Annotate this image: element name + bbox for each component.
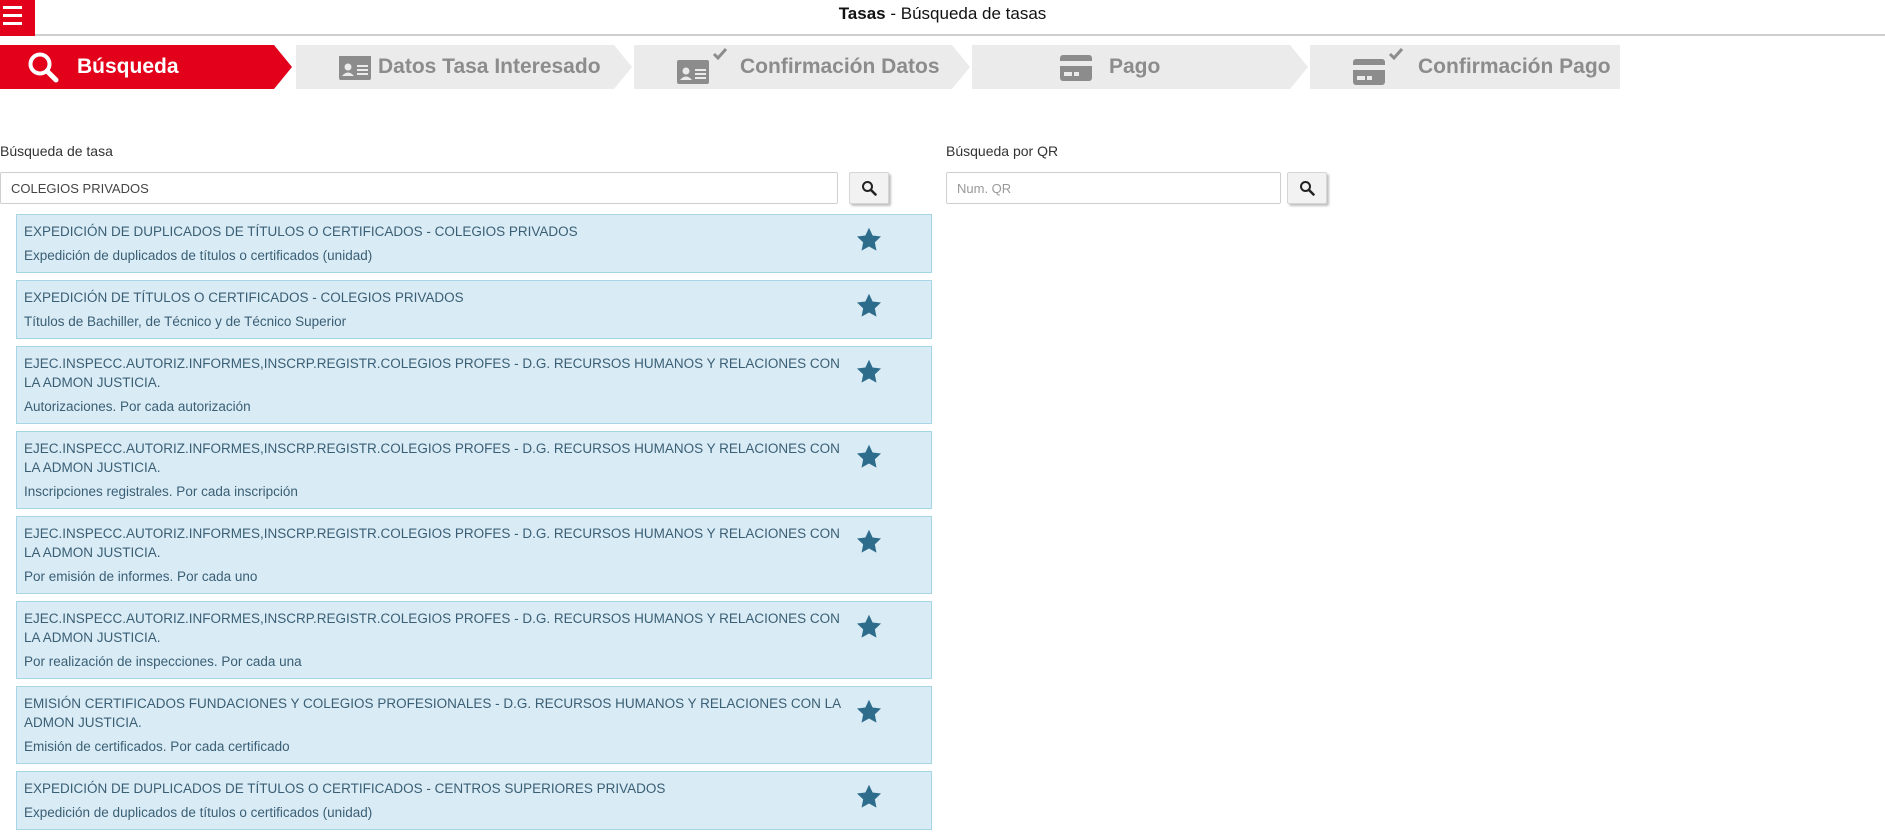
result-title: EXPEDICIÓN DE TÍTULOS O CERTIFICADOS - C… bbox=[24, 290, 464, 305]
step-label: Confirmación Datos bbox=[740, 55, 940, 78]
step-pago[interactable]: Pago bbox=[972, 45, 1290, 89]
step-label: Búsqueda bbox=[77, 55, 179, 78]
result-title: EMISIÓN CERTIFICADOS FUNDACIONES Y COLEG… bbox=[24, 696, 841, 730]
qr-input[interactable] bbox=[946, 172, 1281, 204]
step-label: Confirmación Pago bbox=[1418, 55, 1611, 78]
step-arrow bbox=[1290, 45, 1308, 89]
step-arrow bbox=[614, 45, 632, 89]
credit-card-icon bbox=[1060, 55, 1092, 81]
step-arrow bbox=[952, 45, 970, 89]
result-title: EJEC.INSPECC.AUTORIZ.INFORMES,INSCRP.REG… bbox=[24, 441, 840, 475]
step-label: Pago bbox=[1109, 55, 1161, 78]
search-label: Búsqueda de tasa bbox=[0, 143, 113, 159]
result-description: Títulos de Bachiller, de Técnico y de Té… bbox=[24, 314, 347, 329]
result-item[interactable]: EJEC.INSPECC.AUTORIZ.INFORMES,INSCRP.REG… bbox=[16, 431, 932, 509]
result-description: Por emisión de informes. Por cada uno bbox=[24, 569, 258, 584]
step-arrow bbox=[274, 45, 292, 89]
credit-card-check-icon bbox=[1353, 48, 1404, 85]
qr-search-button[interactable] bbox=[1287, 172, 1327, 204]
result-description: Inscripciones registrales. Por cada insc… bbox=[24, 484, 298, 499]
result-item[interactable]: EXPEDICIÓN DE DUPLICADOS DE TÍTULOS O CE… bbox=[16, 771, 932, 830]
result-description: Autorizaciones. Por cada autorización bbox=[24, 399, 251, 414]
page-title-bold: Tasas bbox=[838, 4, 886, 23]
result-title: EJEC.INSPECC.AUTORIZ.INFORMES,INSCRP.REG… bbox=[24, 611, 840, 645]
result-description: Por realización de inspecciones. Por cad… bbox=[24, 654, 302, 669]
favorite-star-icon[interactable] bbox=[855, 358, 883, 386]
result-item[interactable]: EXPEDICIÓN DE TÍTULOS O CERTIFICADOS - C… bbox=[16, 280, 932, 339]
page-title: Tasas - Búsqueda de tasas bbox=[0, 4, 1885, 24]
step-confirmacion-datos[interactable]: Confirmación Datos bbox=[634, 45, 952, 89]
result-title: EXPEDICIÓN DE DUPLICADOS DE TÍTULOS O CE… bbox=[24, 224, 578, 239]
favorite-star-icon[interactable] bbox=[855, 528, 883, 556]
results-list: EXPEDICIÓN DE DUPLICADOS DE TÍTULOS O CE… bbox=[16, 214, 932, 837]
step-datos-tasa-interesado[interactable]: Datos Tasa Interesado bbox=[296, 45, 614, 89]
search-button[interactable] bbox=[849, 172, 889, 204]
qr-label: Búsqueda por QR bbox=[946, 143, 1059, 159]
favorite-star-icon[interactable] bbox=[855, 292, 883, 320]
search-icon bbox=[28, 52, 59, 83]
result-item[interactable]: EJEC.INSPECC.AUTORIZ.INFORMES,INSCRP.REG… bbox=[16, 516, 932, 594]
step-label: Datos Tasa Interesado bbox=[378, 55, 601, 78]
wizard-steps: Búsqueda Datos Tasa Interesado Confirmac… bbox=[0, 45, 1620, 89]
search-icon bbox=[862, 181, 877, 196]
result-title: EXPEDICIÓN DE DUPLICADOS DE TÍTULOS O CE… bbox=[24, 781, 666, 796]
id-card-check-icon bbox=[677, 48, 728, 84]
favorite-star-icon[interactable] bbox=[855, 783, 883, 811]
step-busqueda[interactable]: Búsqueda bbox=[0, 45, 274, 89]
result-description: Emisión de certificados. Por cada certif… bbox=[24, 739, 290, 754]
result-item[interactable]: EJEC.INSPECC.AUTORIZ.INFORMES,INSCRP.REG… bbox=[16, 346, 932, 424]
favorite-star-icon[interactable] bbox=[855, 698, 883, 726]
result-title: EJEC.INSPECC.AUTORIZ.INFORMES,INSCRP.REG… bbox=[24, 526, 840, 560]
favorite-star-icon[interactable] bbox=[855, 226, 883, 254]
result-item[interactable]: EXPEDICIÓN DE DUPLICADOS DE TÍTULOS O CE… bbox=[16, 214, 932, 273]
result-title: EJEC.INSPECC.AUTORIZ.INFORMES,INSCRP.REG… bbox=[24, 356, 840, 390]
result-item[interactable]: EJEC.INSPECC.AUTORIZ.INFORMES,INSCRP.REG… bbox=[16, 601, 932, 679]
top-bar: Tasas - Búsqueda de tasas bbox=[0, 0, 1885, 36]
page-title-rest: - Búsqueda de tasas bbox=[885, 4, 1047, 23]
id-card-icon bbox=[339, 56, 371, 80]
favorite-star-icon[interactable] bbox=[855, 613, 883, 641]
result-description: Expedición de duplicados de títulos o ce… bbox=[24, 805, 373, 820]
favorite-star-icon[interactable] bbox=[855, 443, 883, 471]
result-description: Expedición de duplicados de títulos o ce… bbox=[24, 248, 373, 263]
step-confirmacion-pago[interactable]: Confirmación Pago bbox=[1310, 45, 1620, 89]
search-icon bbox=[1300, 181, 1315, 196]
search-input[interactable] bbox=[0, 172, 838, 204]
result-item[interactable]: EMISIÓN CERTIFICADOS FUNDACIONES Y COLEG… bbox=[16, 686, 932, 764]
